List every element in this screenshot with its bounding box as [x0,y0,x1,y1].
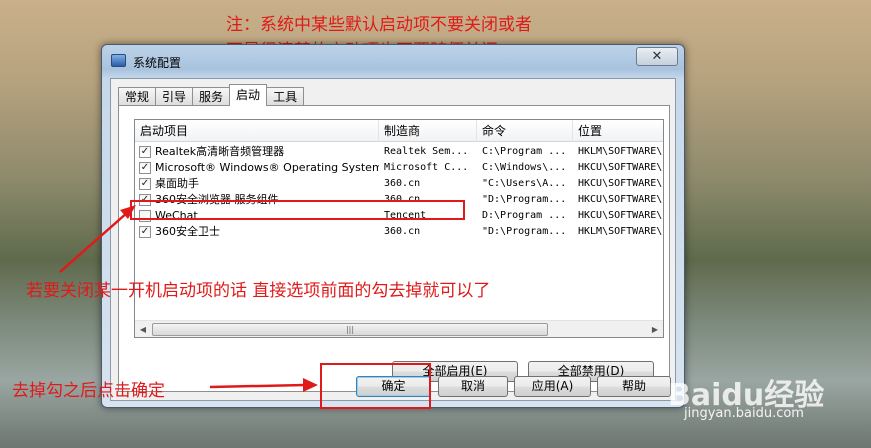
confirm-hint-text: 去掉勾之后点击确定 [12,381,165,401]
tab-startup[interactable]: 启动 [229,84,268,106]
arrow-to-ok [209,383,306,389]
arrow-to-wechat [59,211,129,273]
arrow-to-ok-head [303,378,318,392]
baidu-watermark: Baidu经验 jingyan.baidu.com [664,350,854,430]
instruction-text: 若要关闭某一开机启动项的话 直接选项前面的勾去掉就可以了 [26,281,491,301]
watermark-url: jingyan.baidu.com [684,406,804,421]
